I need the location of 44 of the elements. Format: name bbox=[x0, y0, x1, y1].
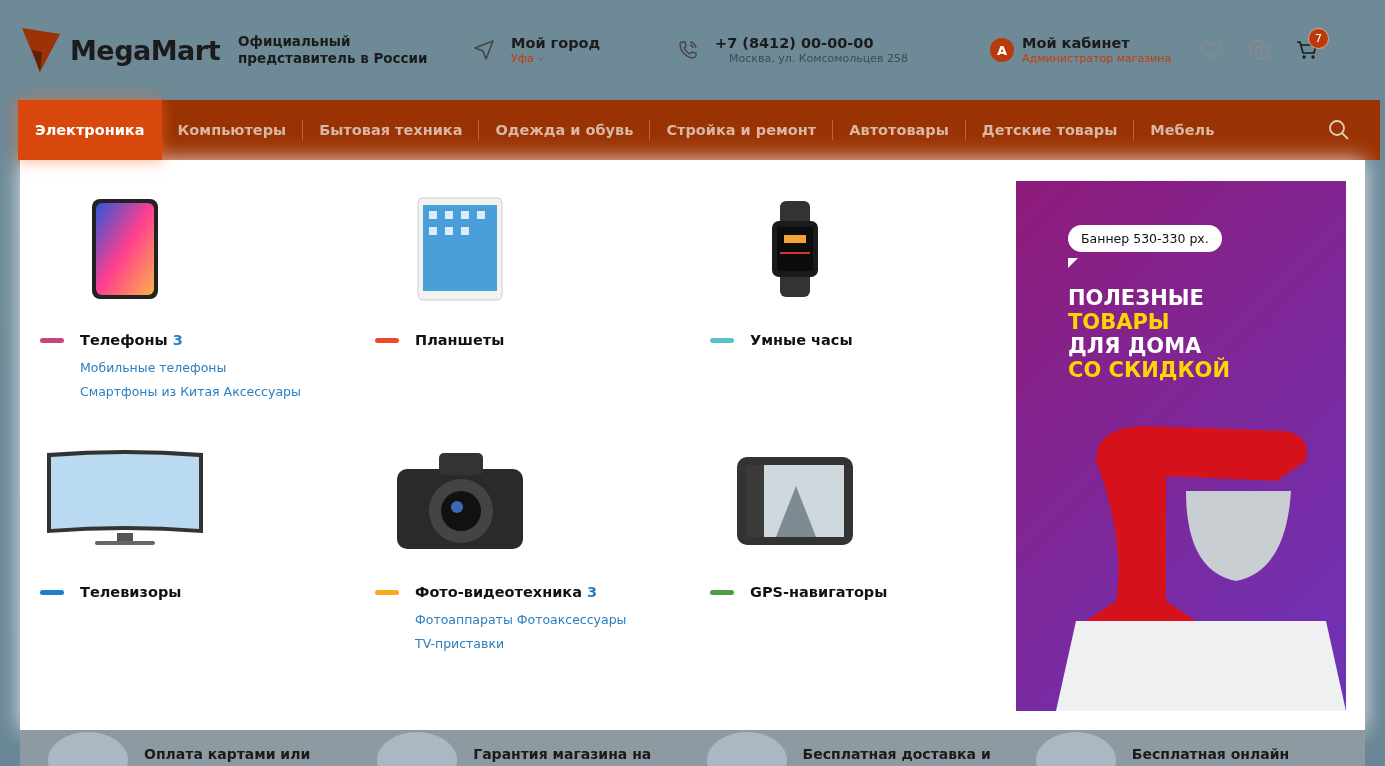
account-link[interactable]: Мой кабинет bbox=[1022, 35, 1172, 52]
phone-number[interactable]: +7 (8412) 00-00-00 bbox=[715, 35, 909, 52]
city-label: Мой город bbox=[511, 35, 601, 52]
subcategory-link[interactable]: TV-приставки bbox=[415, 636, 505, 651]
category-title[interactable]: Телевизоры bbox=[80, 584, 182, 600]
nav-tab[interactable]: Детские товары bbox=[965, 100, 1134, 160]
avatar-initial[interactable]: А bbox=[990, 38, 1014, 62]
feature-title: Бесплатная доставка и bbox=[802, 746, 991, 762]
cart-icon[interactable] bbox=[1296, 40, 1318, 60]
banner-headline-line: ТОВАРЫ bbox=[1068, 310, 1171, 334]
feature-title: Оплата картами или bbox=[144, 746, 311, 762]
speech-bubble: Баннер 530-330 рх. bbox=[1068, 225, 1222, 252]
banner-headline-line: ПОЛЕЗНЫЕ bbox=[1068, 286, 1205, 310]
feature-title: Бесплатная онлайн bbox=[1131, 746, 1290, 762]
store-address: Москва, ул. Комсомольцев 258 bbox=[728, 52, 909, 65]
subcategory-link[interactable]: Смартфоны из Китая bbox=[80, 384, 220, 399]
location-arrow-icon bbox=[473, 39, 495, 61]
tagline: Официальный представитель в России bbox=[238, 33, 429, 67]
nav-tab[interactable]: Стройка и ремонт bbox=[650, 100, 833, 160]
phone-icon bbox=[677, 39, 699, 61]
subcategory-link[interactable]: Фотоаппараты bbox=[415, 612, 513, 627]
category-title[interactable]: Умные часы bbox=[750, 332, 853, 348]
feature-title: Гарантия магазина на bbox=[473, 746, 652, 762]
nav-tab[interactable]: Автотовары bbox=[833, 100, 965, 160]
subcategory-link[interactable]: Мобильные телефоны bbox=[80, 360, 227, 375]
logo-text[interactable]: MegaMart bbox=[70, 34, 221, 66]
subcategory-link[interactable]: Фотоаксессуары bbox=[516, 612, 627, 627]
promo-banner[interactable]: Баннер 530-330 рх. ПОЛЕЗНЫЕ ТОВАРЫ ДЛЯ ДОМА СО СКИДКОЙ bbox=[1016, 181, 1346, 711]
cart-count-badge: 7 bbox=[1308, 28, 1329, 49]
category-title[interactable]: GPS-навигаторы bbox=[750, 584, 888, 600]
nav-tab[interactable]: Бытовая техника bbox=[303, 100, 479, 160]
subcategory-link[interactable]: Аксессуары bbox=[223, 384, 301, 399]
nav-tab[interactable]: Одежда и обувь bbox=[479, 100, 650, 160]
category-title[interactable]: Фото-видеотехника 3 bbox=[415, 584, 598, 600]
banner-headline-line: ДЛЯ ДОМА bbox=[1068, 334, 1202, 358]
search-icon[interactable] bbox=[1328, 119, 1350, 141]
nav-tab[interactable]: Компьютеры bbox=[161, 100, 303, 160]
nav-tab[interactable]: Мебель bbox=[1134, 100, 1231, 160]
nav-tab[interactable]: Электроника bbox=[18, 100, 162, 160]
category-title[interactable]: Телефоны 3 bbox=[80, 332, 183, 348]
chevron-down-icon bbox=[536, 56, 545, 61]
category-title[interactable]: Планшеты bbox=[415, 332, 505, 348]
account-role: Администратор магазина bbox=[1022, 52, 1172, 65]
banner-headline-line: СО СКИДКОЙ bbox=[1068, 358, 1232, 382]
